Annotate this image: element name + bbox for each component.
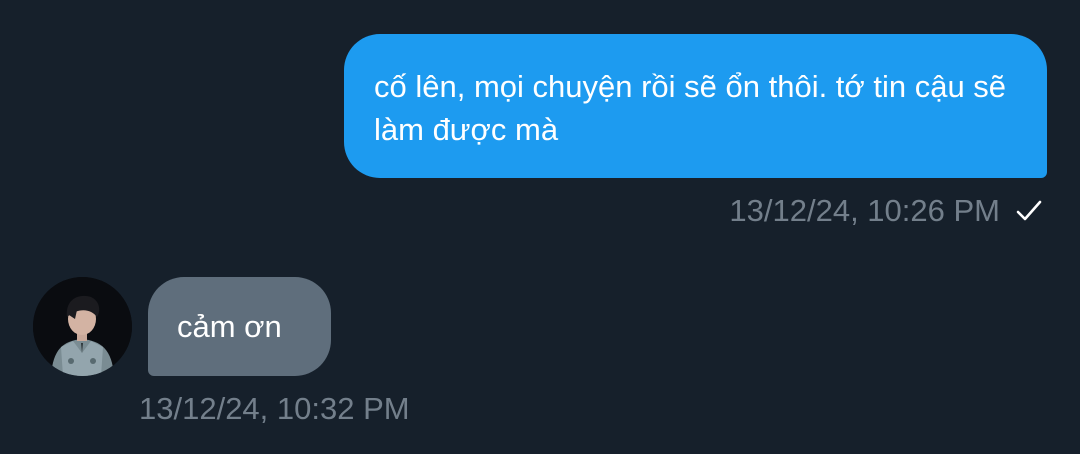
incoming-message-text: cảm ơn xyxy=(177,309,282,344)
incoming-message-bubble[interactable]: cảm ơn xyxy=(148,277,331,376)
avatar[interactable] xyxy=(33,277,132,376)
outgoing-message-timestamp: 13/12/24, 10:26 PM xyxy=(729,193,1000,228)
check-icon xyxy=(1014,196,1044,226)
outgoing-message-bubble[interactable]: cố lên, mọi chuyện rồi sẽ ổn thôi. tớ ti… xyxy=(344,34,1047,178)
outgoing-message-meta: 13/12/24, 10:26 PM xyxy=(729,191,1044,231)
incoming-message-timestamp: 13/12/24, 10:32 PM xyxy=(139,391,410,426)
outgoing-message-text: cố lên, mọi chuyện rồi sẽ ổn thôi. tớ ti… xyxy=(374,69,1007,147)
